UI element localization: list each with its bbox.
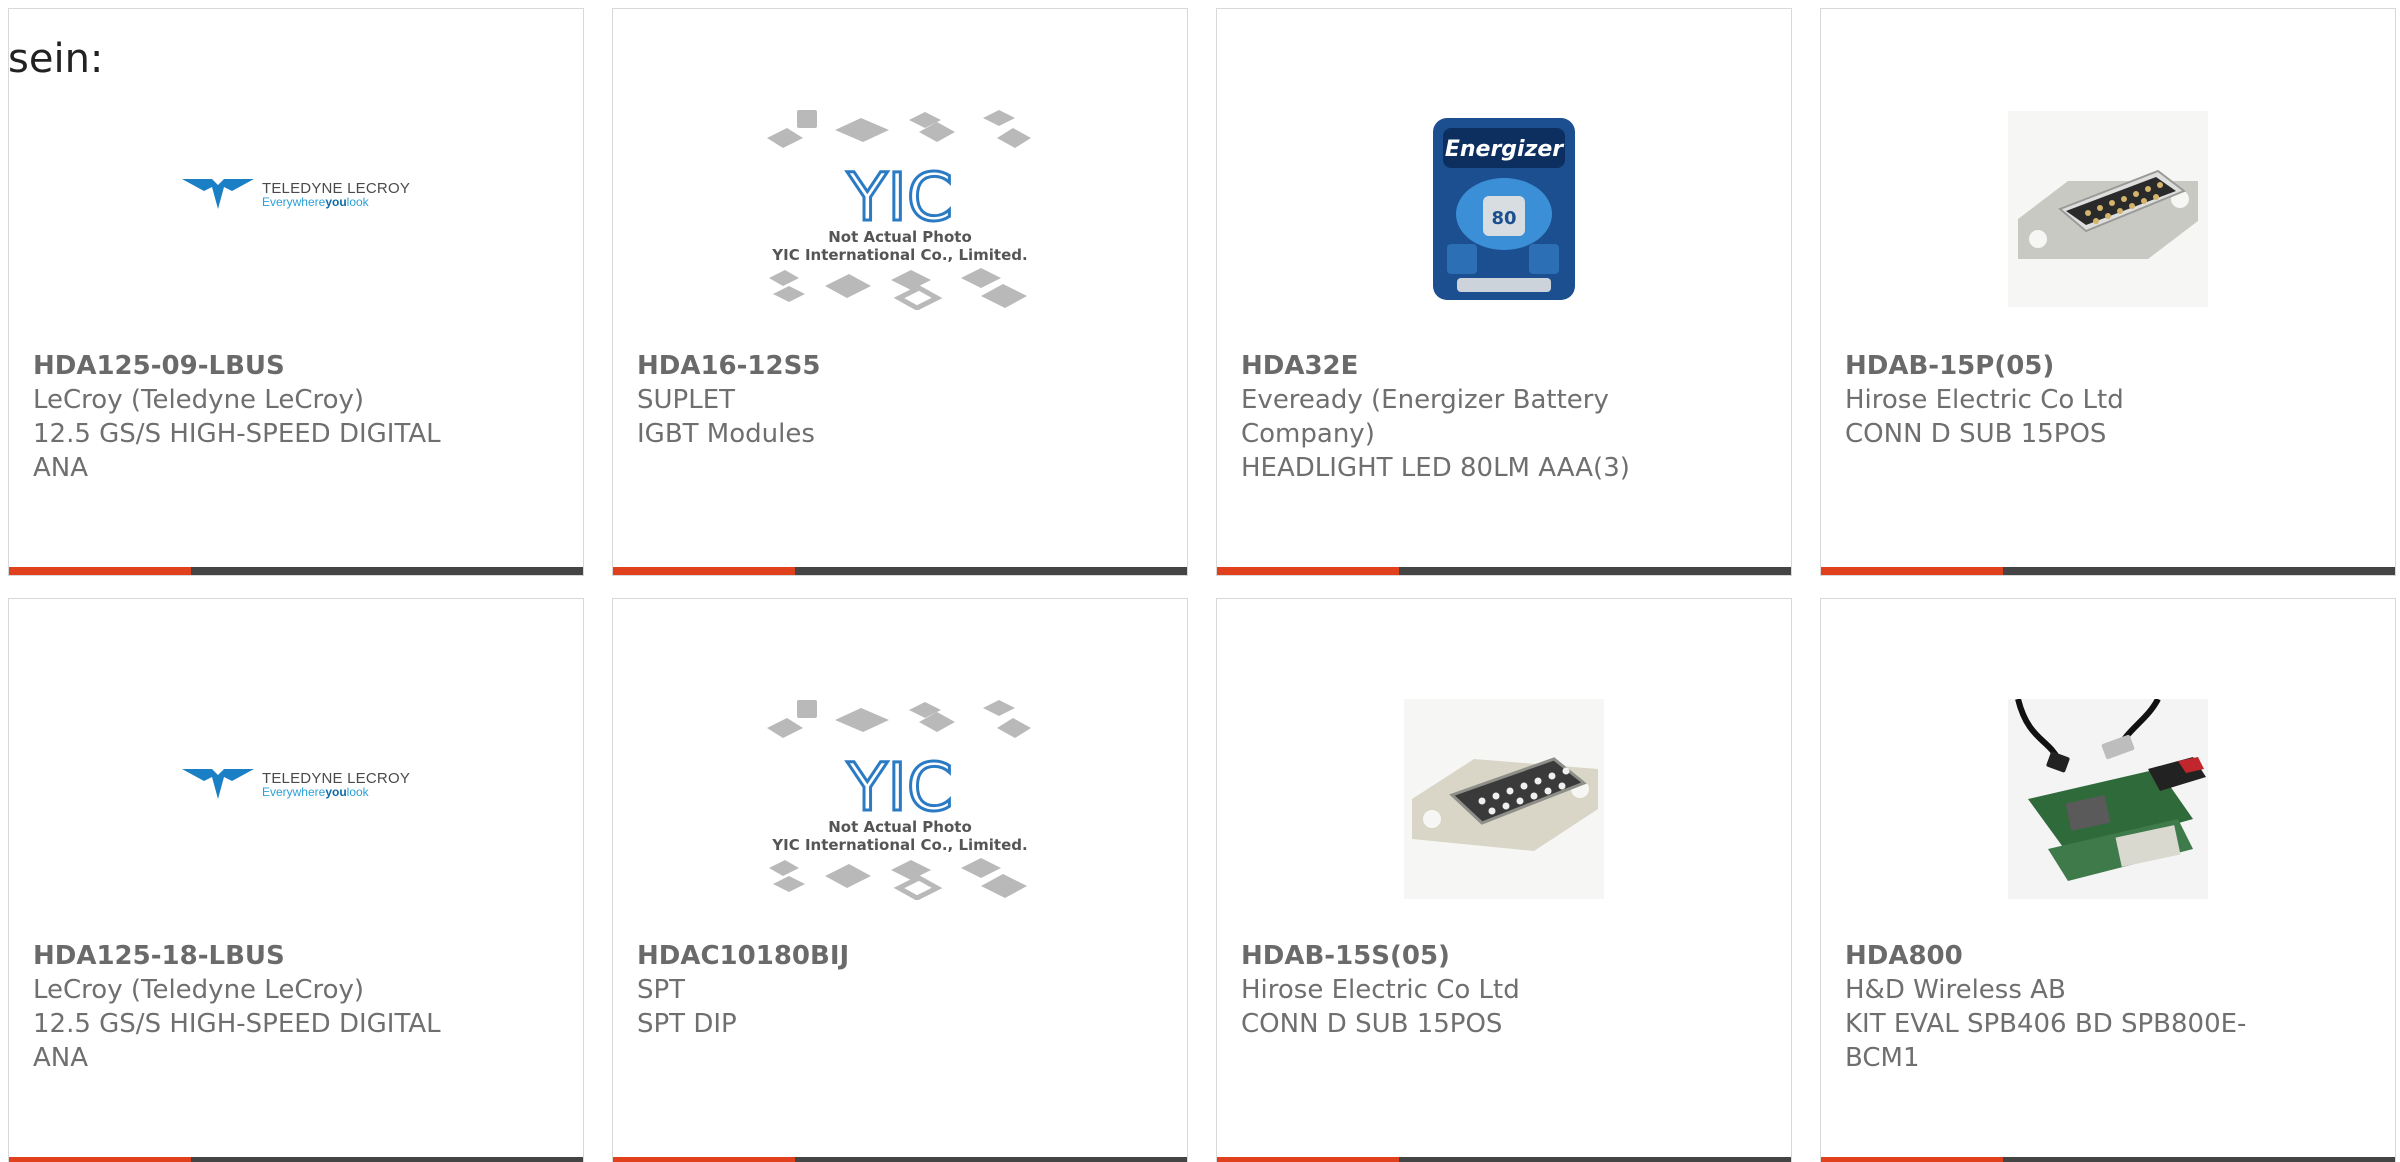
manufacturer: LeCroy (Teledyne LeCroy) (33, 975, 365, 1005)
product-card[interactable]: YIC Not Actual Photo YIC International C… (612, 598, 1188, 1162)
manufacturer: SPT (637, 975, 686, 1005)
product-image[interactable]: YIC Not Actual Photo YIC International C… (613, 69, 1187, 349)
svg-text:Energizer: Energizer (1445, 137, 1564, 162)
part-number[interactable]: HDA800 (1845, 939, 2285, 973)
eval-kit-photo (2008, 699, 2208, 899)
product-info: HDAC10180BIJ SPT SPT DIP (637, 939, 1077, 1041)
product-info: HDA16-12S5 SUPLET IGBT Modules (637, 349, 1077, 451)
description: IGBT Modules (637, 419, 815, 449)
section-heading: sein: (8, 36, 104, 82)
description: HEADLIGHT LED 80LM AAA(3) (1241, 453, 1630, 483)
product-card[interactable]: TELEDYNE LECROY Everywhereyoulook HDA125… (8, 598, 584, 1162)
product-image[interactable] (1821, 69, 2395, 349)
teledyne-lecroy-logo: TELEDYNE LECROY Everywhereyoulook (181, 767, 410, 801)
card-footer-bar (613, 1157, 1187, 1162)
description: 12.5 GS/S HIGH-SPEED DIGITAL ANA (33, 1009, 441, 1073)
product-card[interactable]: TELEDYNE LECROY Everywhereyoulook HDA125… (8, 8, 584, 576)
manufacturer: Hirose Electric Co Ltd (1241, 975, 1520, 1005)
yic-placeholder-image: YIC Not Actual Photo YIC International C… (765, 698, 1035, 900)
description: SPT DIP (637, 1009, 737, 1039)
product-image[interactable] (1217, 659, 1791, 939)
part-number[interactable]: HDA125-09-LBUS (33, 349, 473, 383)
card-footer-bar (9, 1157, 583, 1162)
teledyne-lecroy-logo: TELEDYNE LECROY Everywhereyoulook (181, 177, 410, 211)
product-card[interactable]: YIC Not Actual Photo YIC International C… (612, 8, 1188, 576)
manufacturer: SUPLET (637, 385, 736, 415)
product-image[interactable]: YIC Not Actual Photo YIC International C… (613, 659, 1187, 939)
manufacturer: H&D Wireless AB (1845, 975, 2066, 1005)
product-image[interactable]: Energizer 80 (1217, 69, 1791, 349)
part-number[interactable]: HDAB-15P(05) (1845, 349, 2285, 383)
product-card[interactable]: HDA800 H&D Wireless AB KIT EVAL SPB406 B… (1820, 598, 2396, 1162)
card-footer-bar (9, 567, 583, 575)
part-number[interactable]: HDAB-15S(05) (1241, 939, 1681, 973)
product-info: HDA125-09-LBUS LeCroy (Teledyne LeCroy) … (33, 349, 473, 485)
product-card[interactable]: HDAB-15S(05) Hirose Electric Co Ltd CONN… (1216, 598, 1792, 1162)
description: 12.5 GS/S HIGH-SPEED DIGITAL ANA (33, 419, 441, 483)
manufacturer: LeCroy (Teledyne LeCroy) (33, 385, 365, 415)
product-image[interactable]: TELEDYNE LECROY Everywhereyoulook (9, 659, 583, 939)
energizer-headlight-photo: Energizer 80 (1433, 118, 1575, 300)
card-footer-bar (1217, 567, 1791, 575)
dsub-female-connector-photo (1404, 699, 1604, 899)
product-grid: TELEDYNE LECROY Everywhereyoulook HDA125… (8, 8, 2400, 1162)
svg-text:YIC: YIC (846, 159, 953, 228)
description: CONN D SUB 15POS (1845, 419, 2107, 449)
dsub-male-connector-photo (2008, 111, 2208, 307)
manufacturer: Eveready (Energizer Battery Company) (1241, 385, 1609, 449)
manufacturer: Hirose Electric Co Ltd (1845, 385, 2124, 415)
product-image[interactable]: TELEDYNE LECROY Everywhereyoulook (9, 69, 583, 349)
product-info: HDA800 H&D Wireless AB KIT EVAL SPB406 B… (1845, 939, 2285, 1075)
product-info: HDA125-18-LBUS LeCroy (Teledyne LeCroy) … (33, 939, 473, 1075)
product-info: HDAB-15S(05) Hirose Electric Co Ltd CONN… (1241, 939, 1681, 1041)
part-number[interactable]: HDAC10180BIJ (637, 939, 1077, 973)
description: KIT EVAL SPB406 BD SPB800E-BCM1 (1845, 1009, 2247, 1073)
product-info: HDA32E Eveready (Energizer Battery Compa… (1241, 349, 1681, 485)
part-number[interactable]: HDA32E (1241, 349, 1681, 383)
svg-text:YIC: YIC (846, 749, 953, 818)
svg-text:80: 80 (1491, 208, 1516, 229)
description: CONN D SUB 15POS (1241, 1009, 1503, 1039)
card-footer-bar (1821, 1157, 2395, 1162)
product-listing-page: sein: TELEDYNE LECROY Everywhereyoulook … (0, 0, 2400, 1162)
card-footer-bar (1217, 1157, 1791, 1162)
yic-placeholder-image: YIC Not Actual Photo YIC International C… (765, 108, 1035, 310)
product-card[interactable]: HDAB-15P(05) Hirose Electric Co Ltd CONN… (1820, 8, 2396, 576)
part-number[interactable]: HDA125-18-LBUS (33, 939, 473, 973)
product-info: HDAB-15P(05) Hirose Electric Co Ltd CONN… (1845, 349, 2285, 451)
card-footer-bar (1821, 567, 2395, 575)
card-footer-bar (613, 567, 1187, 575)
product-image[interactable] (1821, 659, 2395, 939)
part-number[interactable]: HDA16-12S5 (637, 349, 1077, 383)
product-card[interactable]: Energizer 80 HDA32E Eveready (Energizer … (1216, 8, 1792, 576)
